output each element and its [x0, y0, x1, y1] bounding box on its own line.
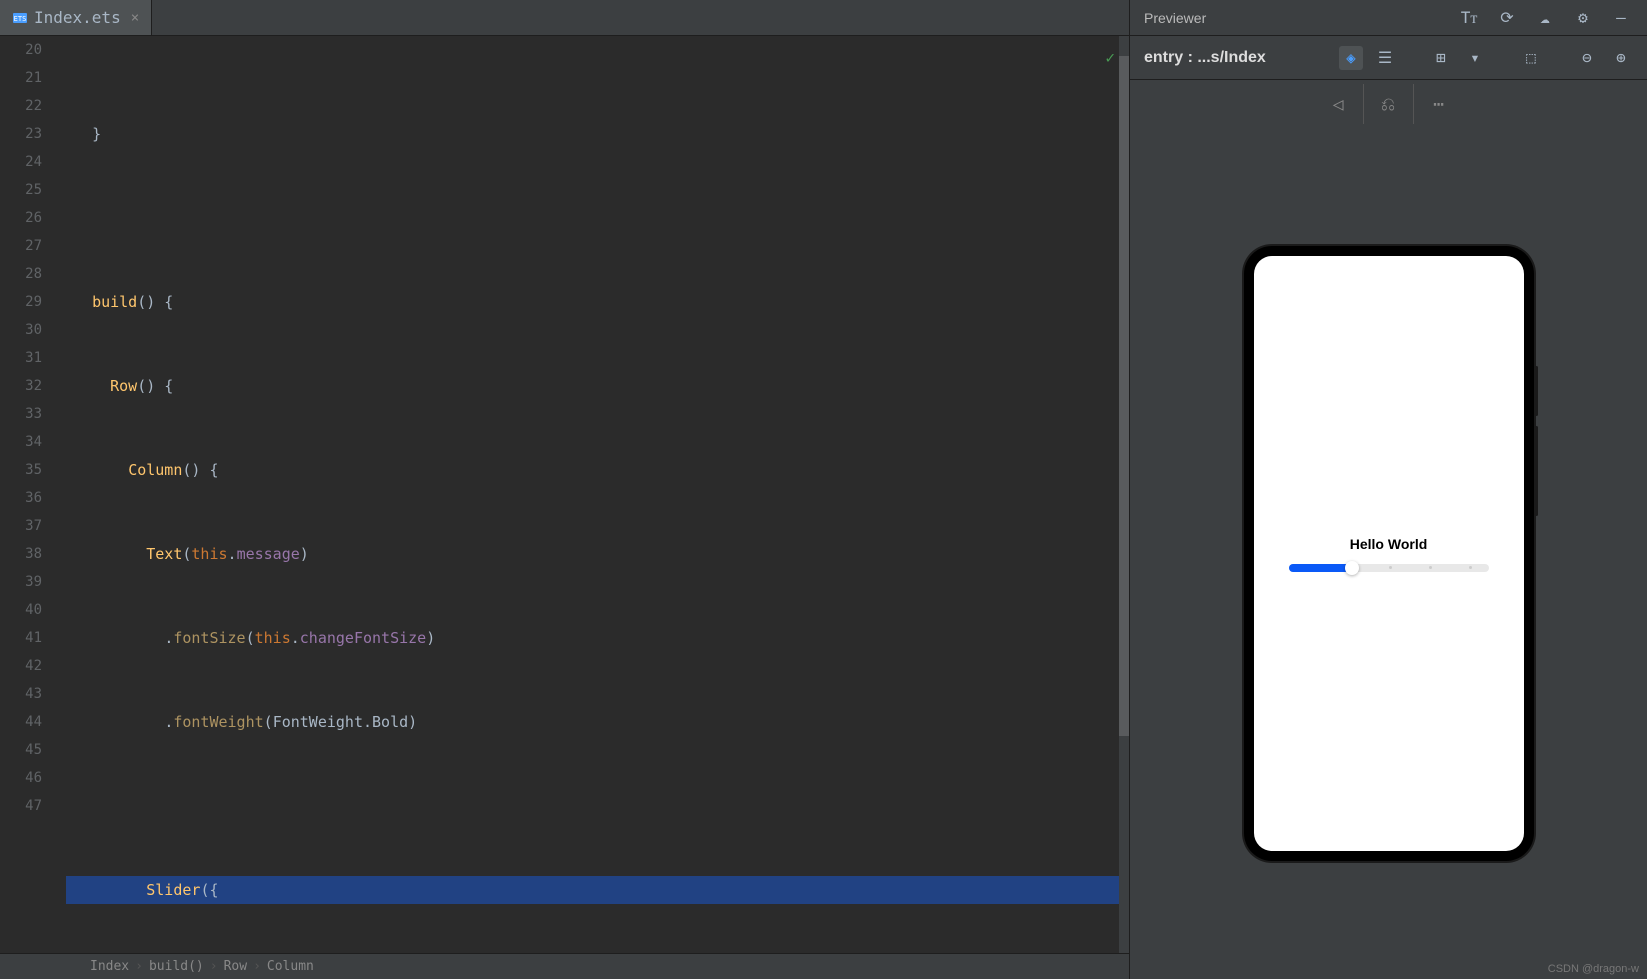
chevron-down-icon[interactable]: ▾: [1463, 46, 1487, 70]
device-frame: Hello World: [1244, 246, 1534, 861]
fold-gutter[interactable]: [50, 36, 66, 953]
breadcrumb-item[interactable]: Column: [267, 959, 314, 974]
editor-body[interactable]: 2021222324252627282930313233343536373839…: [0, 36, 1129, 953]
slider-step-dot: [1469, 566, 1472, 569]
cloud-icon[interactable]: ☁: [1533, 6, 1557, 30]
app-slider[interactable]: [1289, 564, 1489, 572]
file-tab[interactable]: ETS Index.ets ×: [0, 0, 152, 35]
scrollbar-thumb[interactable]: [1119, 56, 1129, 736]
breadcrumb-item[interactable]: Index: [90, 959, 129, 974]
inspect-icon[interactable]: ◈: [1339, 46, 1363, 70]
device-side-button: [1535, 426, 1538, 516]
entry-label: entry : ...s/Index: [1144, 49, 1266, 67]
font-size-icon[interactable]: Tᴛ: [1457, 6, 1481, 30]
ets-file-icon: ETS: [12, 10, 28, 26]
svg-text:ETS: ETS: [14, 15, 27, 23]
gear-icon[interactable]: ⚙: [1571, 6, 1595, 30]
back-button[interactable]: ◁: [1314, 84, 1364, 124]
device-preview-area: Hello World: [1130, 128, 1647, 979]
slider-step-dot: [1389, 566, 1392, 569]
line-gutter: 2021222324252627282930313233343536373839…: [0, 36, 50, 953]
slider-step-dot: [1429, 566, 1432, 569]
grid-icon[interactable]: ⊞: [1429, 46, 1453, 70]
previewer-panel: Previewer Tᴛ ⟳ ☁ ⚙ — entry : ...s/Index …: [1129, 0, 1647, 979]
previewer-toolbar: entry : ...s/Index ◈ ☰ ⊞ ▾ ⬚ ⊖ ⊕: [1130, 36, 1647, 80]
breadcrumb-item[interactable]: Row: [224, 959, 247, 974]
chevron-right-icon: ›: [135, 959, 143, 974]
breadcrumb[interactable]: Index › build() › Row › Column: [0, 953, 1129, 979]
device-side-button: [1535, 366, 1538, 416]
tab-bar: ETS Index.ets ×: [0, 0, 1129, 36]
breadcrumb-item[interactable]: build(): [149, 959, 204, 974]
layers-icon[interactable]: ☰: [1373, 46, 1397, 70]
close-tab-icon[interactable]: ×: [131, 10, 139, 26]
zoom-in-icon[interactable]: ⊕: [1609, 46, 1633, 70]
slider-thumb[interactable]: [1345, 561, 1359, 575]
slider-fill: [1289, 564, 1349, 572]
check-icon[interactable]: ✓: [1105, 44, 1115, 72]
chevron-right-icon: ›: [253, 959, 261, 974]
code-area[interactable]: ✓ } build() { Row() { Column() { Text(th…: [66, 36, 1129, 953]
device-screen[interactable]: Hello World: [1254, 256, 1524, 851]
vertical-scrollbar[interactable]: [1119, 36, 1129, 953]
more-button[interactable]: ⋯: [1414, 84, 1464, 124]
crop-icon[interactable]: ⬚: [1519, 46, 1543, 70]
editor-panel: ETS Index.ets × 202122232425262728293031…: [0, 0, 1129, 979]
previewer-nav: ◁ ⎌ ⋯: [1130, 80, 1647, 128]
previewer-header: Previewer Tᴛ ⟳ ☁ ⚙ —: [1130, 0, 1647, 36]
app-hello-text: Hello World: [1350, 536, 1428, 552]
previewer-title: Previewer: [1144, 10, 1206, 26]
watermark: CSDN @dragon-w: [1548, 963, 1639, 975]
zoom-out-icon[interactable]: ⊖: [1575, 46, 1599, 70]
minimize-icon[interactable]: —: [1609, 6, 1633, 30]
refresh-icon[interactable]: ⟳: [1495, 6, 1519, 30]
chevron-right-icon: ›: [210, 959, 218, 974]
tab-filename: Index.ets: [34, 8, 121, 27]
rotate-button[interactable]: ⎌: [1364, 84, 1414, 124]
